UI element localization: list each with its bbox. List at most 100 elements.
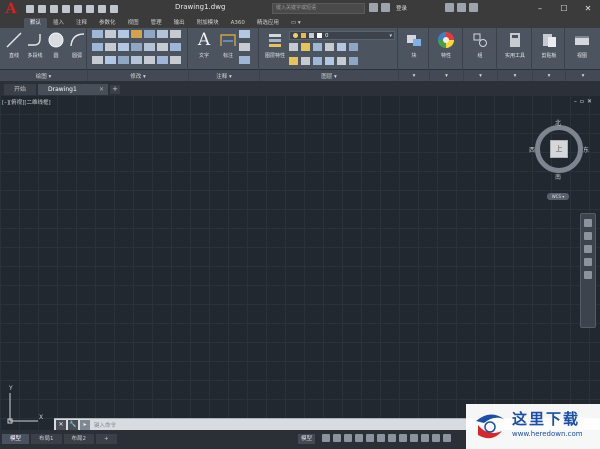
- login-label[interactable]: 登录: [396, 4, 407, 12]
- redo-icon[interactable]: [98, 4, 106, 13]
- erase-icon[interactable]: [131, 30, 142, 38]
- tab-manage[interactable]: 管理: [145, 18, 168, 28]
- fillet-icon[interactable]: [170, 30, 181, 38]
- table-icon[interactable]: [239, 43, 250, 51]
- snap-icon[interactable]: [333, 434, 341, 442]
- layer-freeze-icon[interactable]: [313, 43, 322, 51]
- tab-insert[interactable]: 插入: [47, 18, 70, 28]
- close-icon[interactable]: ✕: [99, 84, 104, 95]
- tab-annotate[interactable]: 注释: [70, 18, 93, 28]
- block-tool[interactable]: 块: [401, 30, 427, 59]
- viewport-close-button[interactable]: ✕: [587, 98, 592, 105]
- break-icon[interactable]: [157, 56, 168, 64]
- layer-copy-icon[interactable]: [325, 57, 334, 65]
- ellipse-icon[interactable]: [105, 56, 116, 64]
- layout-tab-layout2[interactable]: 布局2: [63, 434, 95, 444]
- close-button[interactable]: ✕: [576, 0, 600, 17]
- exchange-icon[interactable]: [445, 3, 454, 12]
- tab-featured-apps[interactable]: 精选应用: [251, 18, 285, 28]
- layer-unisolate-icon[interactable]: [289, 57, 298, 65]
- hatch-icon[interactable]: [157, 43, 168, 51]
- tab-view[interactable]: 视图: [122, 18, 145, 28]
- tab-addins[interactable]: 附加模块: [191, 18, 225, 28]
- stretch-icon[interactable]: [105, 43, 116, 51]
- rotate-icon[interactable]: [105, 30, 116, 38]
- compass-south[interactable]: 南: [555, 172, 561, 181]
- command-history-button[interactable]: ▸: [80, 419, 90, 430]
- rectangle-icon[interactable]: [92, 56, 103, 64]
- layer-off-icon[interactable]: [289, 43, 298, 51]
- transparency-icon[interactable]: [432, 434, 440, 442]
- object-snap-icon[interactable]: [410, 434, 418, 442]
- annotation-scale-icon[interactable]: [443, 434, 451, 442]
- region-icon[interactable]: [170, 43, 181, 51]
- move-icon[interactable]: [92, 30, 103, 38]
- group-tool[interactable]: 组: [467, 30, 493, 59]
- clipboard-panel-footer[interactable]: ▾: [533, 70, 566, 81]
- a360-icon[interactable]: [457, 3, 466, 12]
- showmotion-icon[interactable]: [584, 271, 592, 279]
- steering-wheel-icon[interactable]: [584, 219, 592, 227]
- undo-icon[interactable]: [86, 4, 94, 13]
- share-icon[interactable]: [110, 4, 118, 13]
- modify-panel-footer[interactable]: 修改 ▾: [88, 70, 189, 81]
- viewcube[interactable]: 上 北 南 东 西: [529, 118, 589, 181]
- help-icon[interactable]: [469, 3, 478, 12]
- command-settings-button[interactable]: 🔧: [68, 419, 78, 430]
- model-space-button[interactable]: 模型: [298, 434, 316, 444]
- groups-panel-footer[interactable]: ▾: [464, 70, 498, 81]
- pan-icon[interactable]: [584, 232, 592, 240]
- wcs-menu[interactable]: WCS ▾: [547, 193, 569, 200]
- chamfer-icon[interactable]: [170, 56, 181, 64]
- compass-north[interactable]: 北: [555, 118, 561, 127]
- explode-icon[interactable]: [92, 43, 103, 51]
- orbit-icon[interactable]: [584, 258, 592, 266]
- utilities-tool[interactable]: 实用工具: [502, 30, 528, 59]
- annotation-panel-footer[interactable]: 注释 ▾: [189, 70, 260, 81]
- open-icon[interactable]: [38, 4, 46, 13]
- properties-panel-footer[interactable]: ▾: [430, 70, 464, 81]
- save-icon[interactable]: [50, 4, 58, 13]
- utilities-panel-footer[interactable]: ▾: [498, 70, 533, 81]
- layout-tab-model[interactable]: 模型: [2, 434, 30, 444]
- compass-west[interactable]: 西: [529, 145, 535, 154]
- lineweight-icon[interactable]: [421, 434, 429, 442]
- object-snap-tracking-icon[interactable]: [399, 434, 407, 442]
- draw-panel-footer[interactable]: 绘图 ▾: [0, 70, 88, 81]
- layer-make-current-icon[interactable]: [349, 43, 358, 51]
- layer-isolate-icon[interactable]: [301, 43, 310, 51]
- layer-dropdown[interactable]: 0 ▾: [289, 31, 395, 40]
- block-panel-footer[interactable]: ▾: [399, 70, 430, 81]
- leader-icon[interactable]: [239, 30, 250, 38]
- mirror-icon[interactable]: [157, 30, 168, 38]
- tab-a360[interactable]: A360: [225, 18, 251, 28]
- layer-walk-icon[interactable]: [349, 57, 358, 65]
- text-tool[interactable]: A 文字: [191, 30, 217, 59]
- properties-tool[interactable]: 特性: [433, 30, 459, 59]
- minimize-button[interactable]: –: [528, 0, 552, 17]
- maximize-button[interactable]: ☐: [552, 0, 576, 17]
- layer-thaw-icon[interactable]: [301, 57, 310, 65]
- search-icon[interactable]: [369, 3, 378, 12]
- new-tab-button[interactable]: +: [110, 85, 121, 94]
- tab-default[interactable]: 默认: [24, 18, 48, 28]
- layer-unlock-icon[interactable]: [313, 57, 322, 65]
- new-icon[interactable]: [26, 4, 34, 13]
- tab-start[interactable]: 开始: [4, 84, 37, 95]
- dynamic-input-icon[interactable]: [355, 434, 363, 442]
- save-as-icon[interactable]: [62, 4, 70, 13]
- tab-drawing1[interactable]: Drawing1 ✕: [38, 84, 109, 95]
- search-input[interactable]: 键入关键字或短语: [272, 3, 365, 14]
- clipboard-tool[interactable]: 剪贴板: [536, 30, 562, 59]
- array-icon[interactable]: [131, 43, 142, 51]
- polar-icon[interactable]: [377, 434, 385, 442]
- markup-icon[interactable]: [239, 56, 250, 64]
- view-panel-footer[interactable]: ▾: [566, 70, 600, 81]
- join-icon[interactable]: [144, 56, 155, 64]
- view-tool[interactable]: 视图: [569, 30, 595, 59]
- add-layout-button[interactable]: +: [96, 434, 117, 444]
- scale-icon[interactable]: [118, 43, 129, 51]
- layout-tab-layout1[interactable]: 布局1: [31, 434, 62, 444]
- boundary-icon[interactable]: [131, 56, 142, 64]
- layers-panel-footer[interactable]: 图层 ▾: [260, 70, 399, 81]
